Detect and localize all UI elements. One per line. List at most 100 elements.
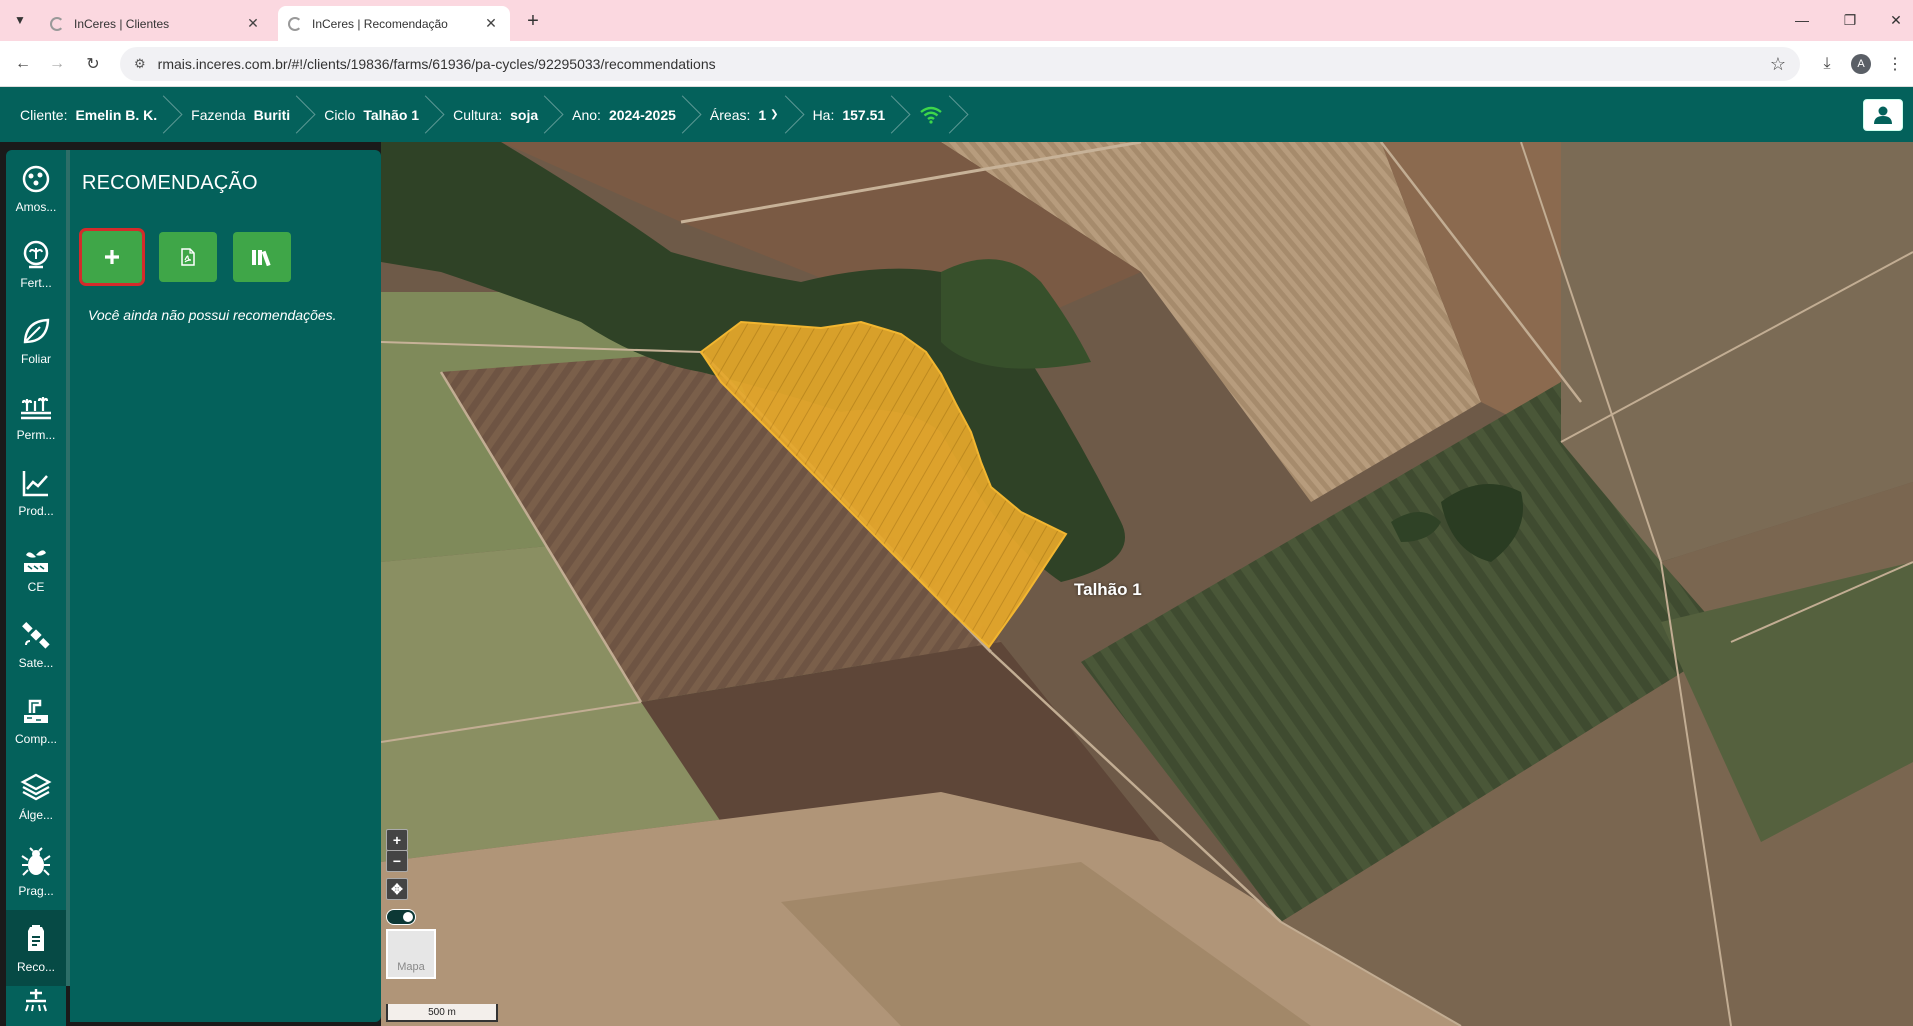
close-window-icon[interactable]: ✕: [1876, 6, 1913, 34]
sidebar-item-label: Prod...: [18, 504, 54, 518]
sidebar-item-label: Álge...: [18, 808, 54, 822]
url-field[interactable]: ⚙ rmais.inceres.com.br/#!/clients/19836/…: [120, 47, 1800, 81]
user-account-button[interactable]: [1863, 99, 1903, 131]
browser-menu-icon[interactable]: ⋮: [1882, 51, 1908, 77]
breadcrumb-client[interactable]: Cliente: Emelin B. K.: [0, 87, 171, 142]
tab-title: InCeres | Recomendação: [312, 16, 448, 31]
breadcrumb-culture[interactable]: Cultura: soja: [433, 87, 552, 142]
browser-tab-clientes[interactable]: InCeres | Clientes ✕: [40, 6, 272, 41]
sprayer-icon: [19, 986, 53, 1020]
url-text: rmais.inceres.com.br/#!/clients/19836/fa…: [157, 56, 716, 72]
map-view[interactable]: Talhão 1 + − ✥ Mapa 500 m: [381, 142, 1913, 1026]
sidebar-item-compactacao[interactable]: Comp...: [6, 682, 66, 758]
close-tab-icon[interactable]: ✕: [482, 15, 500, 32]
reload-icon[interactable]: ↻: [80, 51, 106, 77]
sidebar-item-label: Foliar: [20, 352, 51, 366]
client-value: Emelin B. K.: [75, 106, 158, 123]
recommendation-icon: [19, 922, 53, 956]
profile-initial: A: [1851, 54, 1871, 74]
pdf-report-button[interactable]: [159, 232, 217, 282]
browser-tab-bar: ▼ InCeres | Clientes ✕ InCeres | Recomen…: [0, 0, 1913, 41]
app-header-breadcrumb: Cliente: Emelin B. K. Fazenda Buriti Cic…: [0, 87, 1913, 142]
sidebar-item-ce[interactable]: CE: [6, 530, 66, 606]
add-recommendation-button[interactable]: [79, 228, 145, 286]
pan-move-icon[interactable]: ✥: [386, 878, 408, 900]
browser-address-bar: ← → ↻ ⚙ rmais.inceres.com.br/#!/clients/…: [0, 41, 1913, 87]
new-tab-button[interactable]: +: [520, 8, 546, 34]
ha-label: Ha:: [812, 106, 835, 123]
areas-label: Áreas:: [709, 106, 751, 123]
zoom-out-button[interactable]: −: [386, 850, 408, 872]
cycle-label: Ciclo: [324, 106, 356, 123]
basemap-selector[interactable]: Mapa: [386, 929, 436, 979]
sidebar-item-label: CE: [27, 580, 45, 594]
productivity-chart-icon: [19, 466, 53, 500]
site-settings-icon[interactable]: ⚙: [134, 56, 146, 72]
layer-toggle-switch[interactable]: [386, 909, 416, 925]
areas-value: 1: [758, 106, 767, 123]
sampling-icon: [19, 162, 53, 196]
user-icon: [1874, 106, 1892, 124]
loading-favicon-icon: [288, 16, 302, 31]
profile-avatar[interactable]: A: [1848, 51, 1874, 77]
download-icon[interactable]: ⤓: [1814, 51, 1840, 77]
field-label-talhao-1[interactable]: Talhão 1: [1074, 580, 1142, 600]
sidebar-item-label: Comp...: [14, 732, 57, 746]
satellite-icon: [19, 618, 53, 652]
panel-title: RECOMENDAÇÃO: [82, 172, 258, 194]
close-tab-icon[interactable]: ✕: [244, 15, 262, 32]
culture-label: Cultura:: [453, 106, 503, 123]
breadcrumb-year[interactable]: Ano: 2024-2025: [552, 87, 690, 142]
farm-value: Buriti: [253, 106, 291, 123]
sidebar-item-satelite[interactable]: Sate...: [6, 606, 66, 682]
sidebar-item-recomendacao[interactable]: Reco...: [6, 910, 66, 986]
wifi-icon: [920, 106, 942, 124]
module-sidebar: Amos... Fert... Foliar Perm... Prod... C…: [6, 150, 66, 1026]
zoom-in-button[interactable]: +: [386, 829, 408, 851]
sidebar-item-produtividade[interactable]: Prod...: [6, 454, 66, 530]
back-arrow-icon[interactable]: ←: [10, 51, 36, 77]
sidebar-item-label: Fert...: [20, 276, 52, 290]
breadcrumb-farm[interactable]: Fazenda Buriti: [171, 87, 304, 142]
ha-value: 157.51: [842, 106, 886, 123]
sidebar-item-label: Prag...: [18, 884, 54, 898]
farm-label: Fazenda: [191, 106, 246, 123]
bookmark-star-icon[interactable]: ☆: [1770, 54, 1786, 75]
tab-search-chevron-icon[interactable]: ▼: [8, 8, 32, 32]
sidebar-item-pragas[interactable]: Prag...: [6, 834, 66, 910]
bug-icon: [19, 846, 53, 880]
loading-favicon-icon: [50, 16, 64, 31]
browser-tab-recomendacao[interactable]: InCeres | Recomendação ✕: [278, 6, 510, 41]
compaction-icon: [19, 694, 53, 728]
plus-icon: [105, 250, 119, 264]
library-button[interactable]: [233, 232, 291, 282]
empty-recommendations-message: Você ainda não possui recomendações.: [88, 307, 337, 323]
breadcrumb-ha: Ha: 157.51: [793, 87, 900, 142]
cycle-value: Talhão 1: [363, 106, 420, 123]
sidebar-item-fertilidade[interactable]: Fert...: [6, 226, 66, 302]
map-scale-bar: 500 m: [386, 1004, 498, 1022]
scale-label: 500 m: [428, 1006, 456, 1018]
breadcrumb-connection: [899, 87, 957, 142]
client-label: Cliente:: [20, 106, 68, 123]
breadcrumb-cycle[interactable]: Ciclo Talhão 1: [304, 87, 433, 142]
sidebar-item-permanente[interactable]: Perm...: [6, 378, 66, 454]
books-icon: [252, 250, 271, 266]
pdf-file-icon: [181, 248, 195, 266]
year-label: Ano:: [572, 106, 601, 123]
sidebar-item-amostragem[interactable]: Amos...: [6, 150, 66, 226]
sidebar-item-algebra[interactable]: Álge...: [6, 758, 66, 834]
year-value: 2024-2025: [608, 106, 676, 123]
tab-title: InCeres | Clientes: [74, 16, 170, 31]
satellite-basemap: [381, 142, 1913, 1026]
chevron-down-icon[interactable]: ❯: [770, 109, 778, 120]
sidebar-item-label: Amos...: [15, 200, 57, 214]
breadcrumb-areas[interactable]: Áreas: 1 ❯: [690, 87, 793, 142]
sidebar-item-more[interactable]: [6, 986, 66, 1026]
forward-arrow-icon[interactable]: →: [44, 51, 70, 77]
permanent-crop-icon: [19, 390, 53, 424]
restore-window-icon[interactable]: ❐: [1830, 6, 1870, 34]
minimize-window-icon[interactable]: —: [1782, 6, 1822, 34]
sidebar-item-label: Sate...: [18, 656, 54, 670]
sidebar-item-foliar[interactable]: Foliar: [6, 302, 66, 378]
